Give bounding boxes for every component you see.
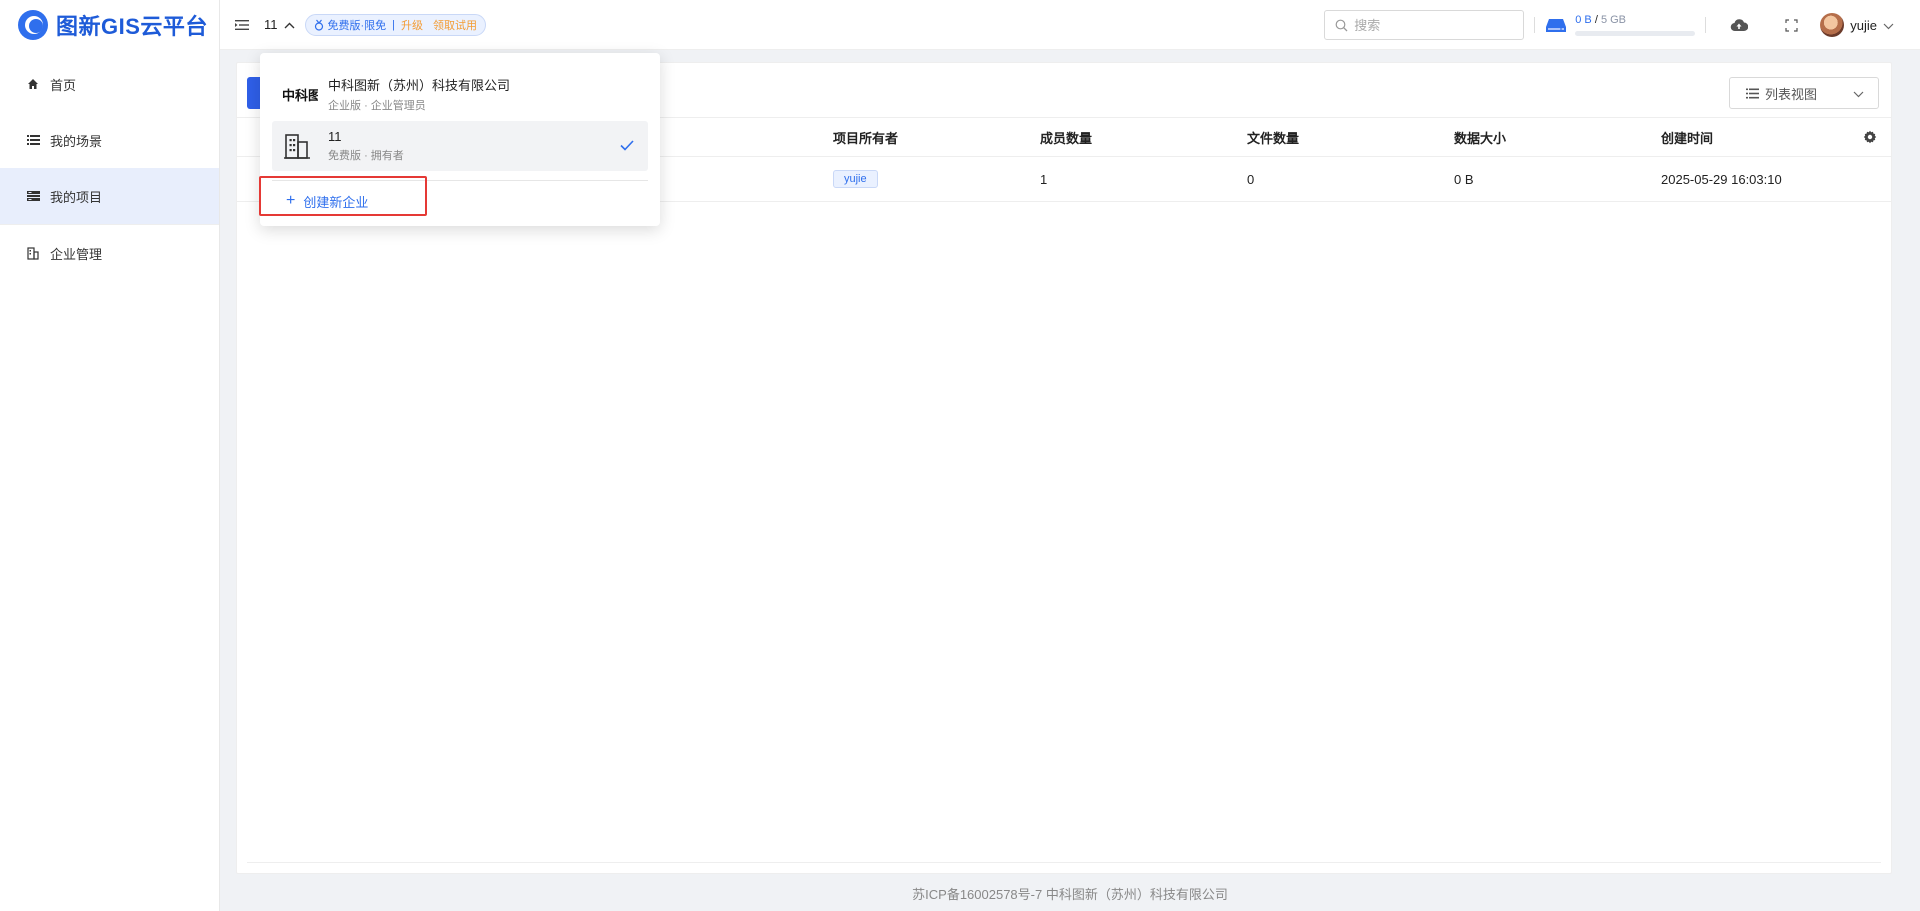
sidebar: 图新GIS云平台 首页 我的场景 我的项目 企业管理	[0, 0, 220, 911]
column-header-owner[interactable]: 项目所有者	[833, 118, 898, 156]
sidebar-item-label: 我的项目	[50, 189, 103, 205]
check-icon	[620, 139, 634, 154]
plan-separator: |	[392, 18, 396, 31]
avatar	[1820, 13, 1845, 37]
trial-link[interactable]: 领取试用	[433, 17, 477, 33]
org-switcher[interactable]: 11	[264, 17, 295, 32]
footer-icp: 苏ICP备16002578号-7 中科图新（苏州）科技有限公司	[912, 887, 1228, 902]
top-right-toolbar: 0 B / 5 GB yujie	[1324, 0, 1920, 50]
column-header-size[interactable]: 数据大小	[1454, 118, 1506, 156]
view-mode-label: 列表视图	[1765, 86, 1818, 102]
home-icon	[26, 77, 40, 91]
plan-badge[interactable]: 免费版·限免 | 升级 领取试用	[304, 13, 487, 36]
storage-slash: /	[1594, 14, 1598, 26]
org-role: 企业管理员	[370, 100, 426, 112]
project-icon	[26, 189, 40, 203]
view-mode-select[interactable]: 列表视图	[1729, 77, 1879, 109]
org-logo: 中科图新	[282, 87, 318, 103]
user-menu[interactable]: yujie	[1820, 13, 1894, 37]
gear-icon[interactable]	[1863, 130, 1879, 146]
chevron-down-icon	[1883, 18, 1894, 33]
dot-separator: ·	[364, 150, 368, 162]
sidebar-item-enterprise[interactable]: 企业管理	[0, 225, 219, 281]
org-name: 中科图新（苏州）科技有限公司	[328, 78, 511, 93]
storage-used: 0 B	[1575, 14, 1592, 26]
building-icon	[26, 246, 40, 260]
fullscreen-icon	[1785, 18, 1798, 32]
highlight-box	[259, 176, 427, 216]
current-org-name: 11	[264, 17, 278, 32]
sidebar-item-scenes[interactable]: 我的场景	[0, 112, 219, 168]
building-icon	[282, 132, 318, 160]
sidebar-item-home[interactable]: 首页	[0, 56, 219, 112]
sidebar-item-label: 首页	[50, 77, 77, 93]
dot-separator: ·	[364, 100, 368, 112]
list-view-icon	[1746, 88, 1759, 99]
org-meta: 企业版 · 企业管理员	[328, 97, 510, 113]
divider	[247, 862, 1881, 863]
storage-usage[interactable]: 0 B / 5 GB	[1545, 14, 1696, 36]
sidebar-item-label: 企业管理	[50, 246, 103, 262]
storage-progress-bar	[1575, 31, 1696, 36]
cloud-upload-icon	[1730, 18, 1749, 32]
owner-cell: yujie	[833, 157, 878, 201]
created-cell: 2025-05-29 16:03:10	[1661, 171, 1782, 187]
plan-label: 免费版·限免	[327, 19, 387, 32]
search-box[interactable]	[1324, 10, 1525, 40]
app-logo[interactable]: 图新GIS云平台	[0, 0, 219, 50]
sidebar-item-label: 我的场景	[50, 133, 103, 149]
chevron-down-icon	[1853, 86, 1864, 101]
user-name: yujie	[1850, 17, 1877, 33]
sidebar-item-projects[interactable]: 我的项目	[0, 168, 219, 224]
divider	[1534, 17, 1536, 33]
fullscreen-button[interactable]	[1768, 0, 1814, 50]
search-input[interactable]	[1354, 17, 1505, 33]
upload-button[interactable]	[1716, 0, 1762, 50]
org-name: 11	[328, 129, 342, 144]
org-edition: 企业版	[328, 100, 361, 112]
org-option-selected[interactable]: 11 免费版 · 拥有者	[272, 121, 648, 171]
files-cell: 0	[1247, 171, 1255, 187]
org-meta: 免费版 · 拥有者	[328, 147, 404, 163]
org-role: 拥有者	[370, 150, 404, 162]
org-option[interactable]: 中科图新 中科图新（苏州）科技有限公司 企业版 · 企业管理员	[272, 69, 648, 119]
upgrade-link[interactable]: 升级	[401, 17, 423, 33]
column-header-files[interactable]: 文件数量	[1247, 118, 1299, 156]
app-name: 图新GIS云平台	[56, 14, 208, 39]
org-edition: 免费版	[328, 150, 361, 162]
top-bar: 11 免费版·限免 | 升级 领取试用 0 B /	[220, 0, 1920, 50]
chevron-up-icon	[284, 17, 295, 32]
column-header-created[interactable]: 创建时间	[1661, 118, 1713, 156]
owner-tag: yujie	[833, 170, 878, 188]
logo-mark-icon	[18, 10, 48, 40]
storage-disk-icon	[1545, 17, 1567, 33]
divider	[1705, 17, 1707, 33]
search-icon	[1335, 19, 1348, 32]
storage-text: 0 B / 5 GB	[1575, 14, 1695, 26]
size-cell: 0 B	[1454, 171, 1474, 187]
storage-total: 5 GB	[1600, 14, 1627, 26]
column-header-members[interactable]: 成员数量	[1040, 118, 1092, 156]
list-icon	[26, 133, 40, 147]
members-cell: 1	[1040, 171, 1048, 187]
menu-toggle-icon[interactable]	[234, 17, 250, 33]
medal-icon	[314, 19, 324, 31]
